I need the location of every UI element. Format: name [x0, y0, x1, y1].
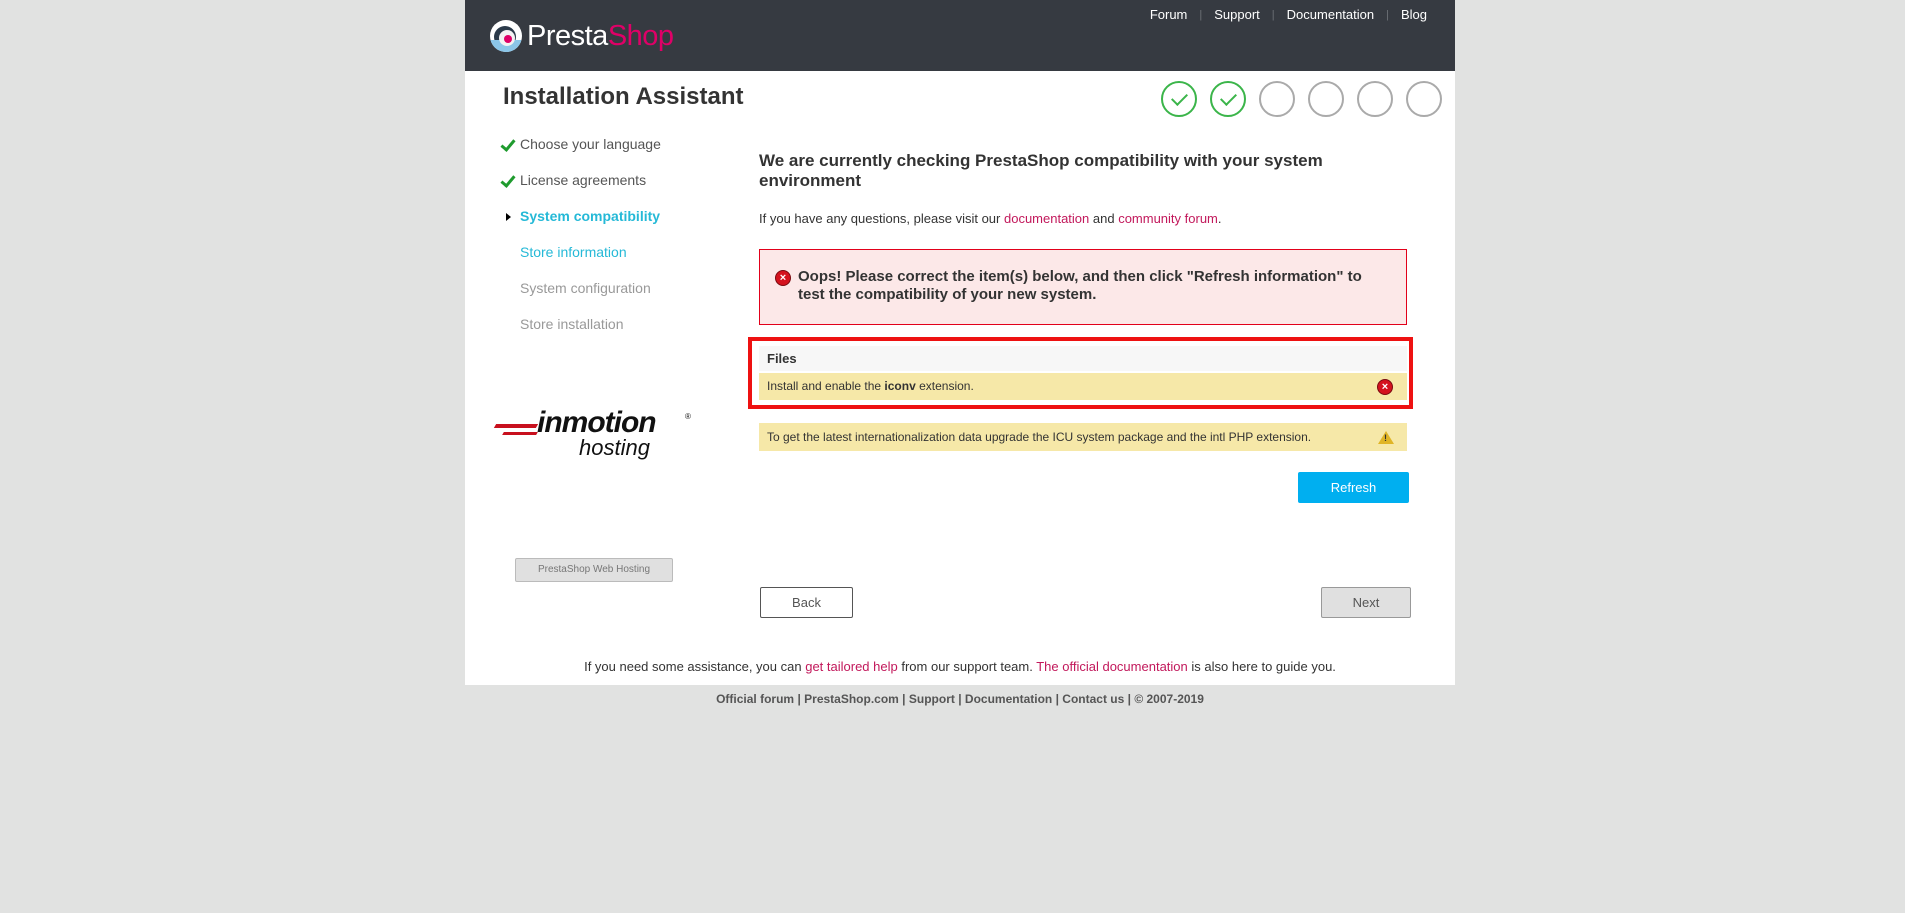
sidebar-item-label: System configuration [520, 280, 651, 296]
sidebar-item-label: Choose your language [520, 136, 661, 152]
page-title: Installation Assistant [503, 83, 744, 110]
warning-icon: ! [1378, 431, 1394, 444]
check-icon [500, 126, 516, 164]
nav-link-forum[interactable]: Forum [1150, 7, 1188, 23]
web-hosting-button[interactable]: PrestaShop Web Hosting [515, 558, 673, 582]
sidebar-item-label: License agreements [520, 172, 647, 188]
check-icon [500, 162, 516, 200]
footer-link-contact-us[interactable]: Contact us [1062, 692, 1124, 706]
documentation-link[interactable]: documentation [1004, 211, 1089, 226]
compatibility-heading: We are currently checking PrestaShop com… [759, 151, 1323, 190]
logo-text: PrestaShop [527, 20, 674, 52]
footer-link-prestashop-com[interactable]: PrestaShop.com [804, 692, 899, 706]
install-steps-sidebar: Choose your language License agreements … [495, 126, 695, 342]
official-documentation-link[interactable]: The official documentation [1036, 659, 1188, 674]
tailored-help-link[interactable]: get tailored help [805, 659, 898, 674]
next-button[interactable]: Next [1321, 587, 1411, 618]
top-header: PrestaShop Forum | Support | Documentati… [465, 0, 1455, 71]
prestashop-logo[interactable]: PrestaShop [490, 19, 674, 53]
back-button[interactable]: Back [760, 587, 853, 618]
sidebar-item-label: Store information [520, 244, 627, 260]
nav-separator: | [1386, 9, 1389, 21]
sidebar-item-label: Store installation [520, 316, 624, 332]
footer-link-support[interactable]: Support [909, 692, 955, 706]
sponsor-block: inmotion ® hosting PrestaShop Web Hostin… [493, 406, 695, 582]
error-message: Oops! Please correct the item(s) below, … [798, 268, 1362, 303]
sidebar-item-license-agreements: License agreements [495, 162, 695, 198]
page-footer: Official forum | PrestaShop.com | Suppor… [716, 692, 1204, 706]
inmotion-hosting-logo[interactable]: inmotion ® hosting [493, 406, 695, 461]
nav-link-blog[interactable]: Blog [1401, 7, 1427, 23]
copyright: © 2007-2019 [1134, 692, 1204, 706]
sidebar-item-label: System compatibility [520, 208, 661, 224]
highlight-frame [748, 337, 1413, 409]
nav-separator: | [1199, 9, 1203, 21]
help-text: If you need some assistance, you can get… [584, 659, 1336, 674]
top-nav: Forum | Support | Documentation | Blog [1150, 7, 1427, 23]
main-panel: Installation Assistant Choose your langu… [465, 71, 1455, 685]
step-5-pending-icon [1357, 81, 1393, 117]
footer-link-documentation[interactable]: Documentation [965, 692, 1052, 706]
current-step-arrow-icon [504, 198, 511, 234]
compatibility-content: We are currently checking PrestaShop com… [759, 151, 1409, 226]
sidebar-item-choose-language: Choose your language [495, 126, 695, 162]
step-3-pending-icon [1259, 81, 1295, 117]
error-alert: × Oops! Please correct the item(s) below… [759, 249, 1407, 325]
error-icon: × [775, 270, 791, 286]
sidebar-item-system-configuration: System configuration [495, 270, 695, 306]
progress-steps [1161, 81, 1455, 117]
step-1-complete-icon [1161, 81, 1197, 117]
intro-text: If you have any questions, please visit … [759, 211, 1222, 226]
refresh-button[interactable]: Refresh [1298, 472, 1409, 503]
nav-link-documentation[interactable]: Documentation [1287, 7, 1374, 23]
nav-link-support[interactable]: Support [1214, 7, 1260, 23]
warning-row-intl: To get the latest internationalization d… [759, 423, 1407, 451]
puffin-logo-icon [490, 20, 522, 52]
community-forum-link[interactable]: community forum [1118, 211, 1218, 226]
sidebar-item-store-installation: Store installation [495, 306, 695, 342]
footer-link-official-forum[interactable]: Official forum [716, 692, 794, 706]
step-6-pending-icon [1406, 81, 1442, 117]
nav-separator: | [1271, 9, 1275, 21]
step-2-complete-icon [1210, 81, 1246, 117]
sidebar-item-store-information: Store information [495, 234, 695, 270]
step-4-pending-icon [1308, 81, 1344, 117]
sidebar-item-system-compatibility: System compatibility [495, 198, 695, 234]
